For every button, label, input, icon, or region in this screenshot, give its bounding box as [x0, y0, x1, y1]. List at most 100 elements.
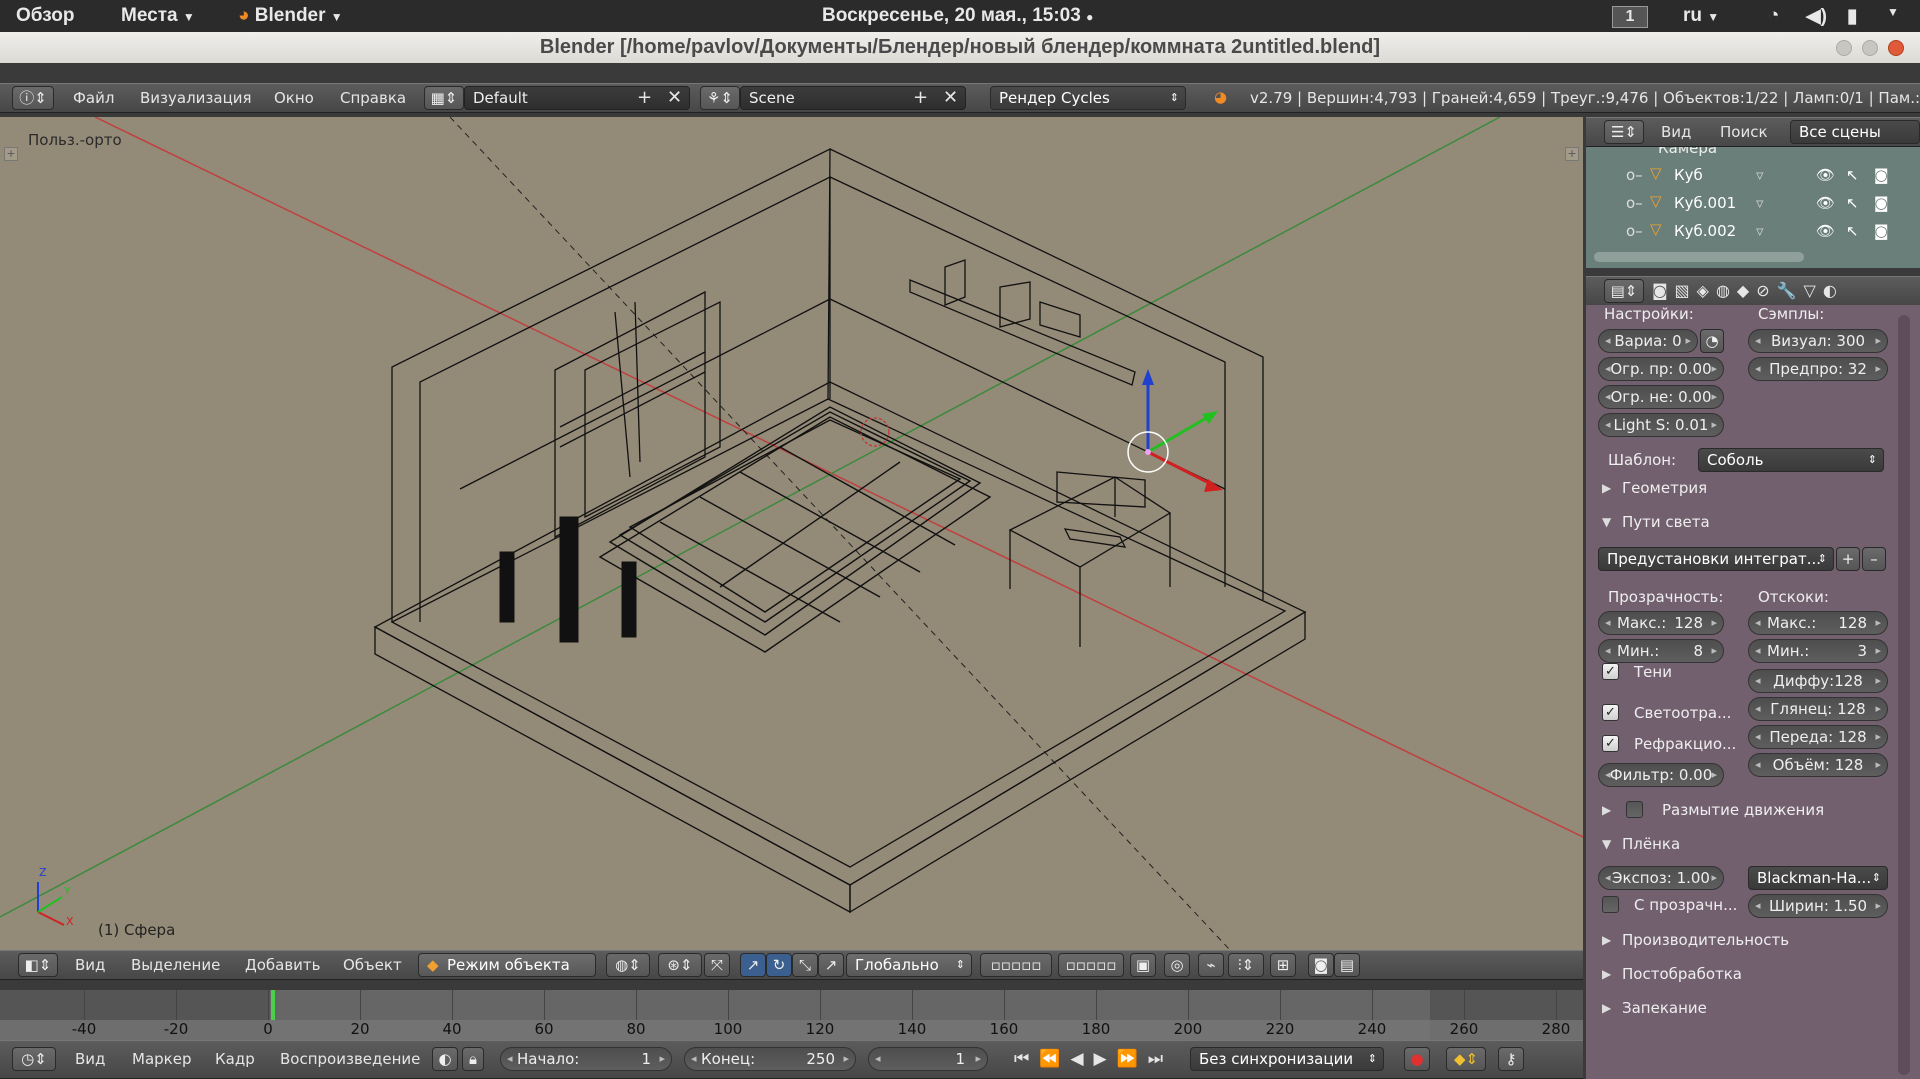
- start-frame-field[interactable]: Начало: 1: [500, 1047, 672, 1071]
- menu-help[interactable]: Справка: [340, 89, 406, 107]
- remove-layout-icon[interactable]: ✕: [667, 87, 682, 108]
- renderability-camera-icon[interactable]: ◙: [1874, 166, 1889, 184]
- close-button[interactable]: [1888, 40, 1904, 56]
- menu-view[interactable]: Вид: [75, 956, 105, 974]
- remove-scene-icon[interactable]: ✕: [943, 87, 958, 108]
- clamp-direct-field[interactable]: Огр. пр: 0.00: [1598, 357, 1724, 381]
- diffuse-bounces-field[interactable]: Диффу:128: [1748, 669, 1888, 693]
- clamp-indirect-field[interactable]: Огр. не: 0.00: [1598, 385, 1724, 409]
- screen-layout-icon[interactable]: ▦⇕: [424, 86, 464, 110]
- keying-set-icon[interactable]: ⚷: [1498, 1047, 1524, 1071]
- visibility-eye-icon[interactable]: 👁︎: [1816, 194, 1835, 212]
- properties-tabs[interactable]: ◙▧◈◍◆⊘🔧▽◐: [1652, 281, 1844, 300]
- transform-icon[interactable]: ↗: [818, 953, 844, 977]
- transmission-bounces-field[interactable]: Переда: 128: [1748, 725, 1888, 749]
- gizmo-z-arrow[interactable]: [1142, 369, 1154, 385]
- interaction-mode-select[interactable]: ◆ Режим объекта: [418, 953, 596, 977]
- playback-controls[interactable]: ⏮⏪◀▶⏩⏭: [1014, 1049, 1173, 1069]
- seed-field[interactable]: Вариа: 0: [1598, 329, 1698, 353]
- outliner-menu-view[interactable]: Вид: [1661, 123, 1691, 141]
- orientation-select[interactable]: Глобально ⇕: [846, 953, 972, 977]
- panel-postprocessing[interactable]: ▶ Постобработка: [1586, 959, 1920, 989]
- transparent-film-checkbox[interactable]: [1602, 896, 1619, 913]
- scene-icon[interactable]: ⚘⇕: [700, 86, 740, 110]
- 3d-viewport[interactable]: Польз.-орто + + Z X Y (1) Сфера: [0, 117, 1583, 950]
- keyframe-icon[interactable]: ◆⇕: [1446, 1047, 1486, 1071]
- panel-performance[interactable]: ▶ Производительность: [1586, 925, 1920, 955]
- editor-type-properties-icon[interactable]: ▤⇕: [1604, 279, 1644, 303]
- snap-icon[interactable]: ⌁: [1198, 953, 1224, 977]
- remove-preset-icon[interactable]: –: [1862, 547, 1886, 571]
- current-frame-indicator[interactable]: [271, 990, 275, 1020]
- chevron-down-icon[interactable]: ▼: [1887, 5, 1899, 19]
- scene-field[interactable]: Scene: [740, 86, 966, 110]
- timeline-menu-marker[interactable]: Маркер: [132, 1050, 191, 1068]
- layer-lock-icon[interactable]: ▣: [1130, 953, 1156, 977]
- filter-width-field[interactable]: Ширин: 1.50: [1748, 894, 1888, 918]
- current-frame-field[interactable]: 1: [868, 1047, 988, 1071]
- outliner-item-row[interactable]: o– ▽ Куб ▿ 👁︎ ↖ ◙: [1586, 163, 1920, 191]
- panel-geometry[interactable]: ▶ Геометрия: [1586, 473, 1920, 503]
- add-preset-icon[interactable]: +: [1836, 547, 1860, 571]
- menu-window[interactable]: Окно: [274, 89, 314, 107]
- outliner-item-row[interactable]: o– ▽ Куб.002 ▿ 👁︎ ↖ ◙: [1586, 219, 1920, 247]
- editor-type-outliner-icon[interactable]: ☰⇕: [1604, 120, 1644, 144]
- end-frame-field[interactable]: Конец: 250: [684, 1047, 856, 1071]
- panel-film[interactable]: ▼ Плёнка: [1586, 829, 1920, 859]
- reflective-caustics-checkbox[interactable]: ✓: [1602, 704, 1619, 721]
- places-menu[interactable]: Места ▼: [121, 5, 195, 27]
- visibility-eye-icon[interactable]: 👁︎: [1816, 222, 1835, 240]
- editor-type-3d-icon[interactable]: ◧⇕: [18, 953, 58, 977]
- editor-type-timeline-icon[interactable]: ◷⇕: [12, 1047, 56, 1071]
- gizmo-x-axis[interactable]: [1147, 450, 1214, 487]
- pivot-point-icon[interactable]: ⊛⇕: [658, 953, 702, 977]
- volume-icon[interactable]: ◀): [1806, 5, 1827, 28]
- bounces-min-field[interactable]: Мин.: 3: [1748, 639, 1888, 663]
- refractive-caustics-checkbox[interactable]: ✓: [1602, 735, 1619, 752]
- exposure-field[interactable]: Экспоз: 1.00: [1598, 866, 1724, 890]
- timeline-menu-playback[interactable]: Воспроизведение: [280, 1050, 420, 1068]
- editor-type-info-icon[interactable]: ⓘ⇕: [12, 86, 54, 110]
- renderability-camera-icon[interactable]: ◙: [1874, 222, 1889, 240]
- lock-icon[interactable]: 🔒︎: [462, 1047, 484, 1071]
- opengl-anim-icon[interactable]: ▤: [1334, 953, 1360, 977]
- panel-motion-blur[interactable]: ▶ Размытие движения: [1586, 795, 1920, 825]
- outliner-item-camera[interactable]: Камера: [1658, 147, 1717, 157]
- layers-buttons-2[interactable]: ▫▫▫▫▫: [1058, 953, 1124, 977]
- 3d-cursor-icon[interactable]: [860, 417, 890, 447]
- scale-icon[interactable]: ⤡: [792, 953, 818, 977]
- timeline-area[interactable]: -40 -20 0 20 40 60 80 100 120 140 160 180 200 220 240 2…: [0, 990, 1583, 1040]
- menu-object[interactable]: Объект: [343, 956, 402, 974]
- record-icon[interactable]: ●: [1404, 1047, 1430, 1071]
- filter-type-select[interactable]: Blackman-Ha... ⇕: [1748, 866, 1888, 890]
- language-menu[interactable]: ru ▼: [1683, 5, 1719, 27]
- integrator-presets-select[interactable]: Предустановки интеграт... ⇕: [1598, 547, 1834, 571]
- render-samples-field[interactable]: Визуал: 300: [1748, 329, 1888, 353]
- volume-bounces-field[interactable]: Объём: 128: [1748, 753, 1888, 777]
- visibility-eye-icon[interactable]: 👁︎: [1816, 166, 1835, 184]
- menu-render[interactable]: Визуализация: [140, 89, 252, 107]
- minimize-button[interactable]: [1836, 40, 1852, 56]
- timeline-menu-view[interactable]: Вид: [75, 1050, 105, 1068]
- transparency-min-field[interactable]: Мин.: 8: [1598, 639, 1724, 663]
- glossy-bounces-field[interactable]: Глянец: 128: [1748, 697, 1888, 721]
- opengl-render-icon[interactable]: ◙: [1308, 953, 1334, 977]
- panel-light-paths[interactable]: ▼ Пути света: [1586, 507, 1920, 537]
- viewport-shading-icon[interactable]: ◍⇕: [606, 953, 650, 977]
- sync-mode-select[interactable]: Без синхронизации ⇕: [1190, 1047, 1384, 1071]
- shadows-checkbox[interactable]: ✓: [1602, 663, 1619, 680]
- outliner-menu-search[interactable]: Поиск: [1720, 123, 1768, 141]
- filter-glossy-field[interactable]: Фильтр: 0.00: [1598, 763, 1724, 787]
- light-sampling-field[interactable]: Light S: 0.01: [1598, 413, 1724, 437]
- add-layout-icon[interactable]: +: [637, 87, 652, 108]
- menu-select[interactable]: Выделение: [131, 956, 220, 974]
- outliner-scrollbar[interactable]: [1594, 252, 1804, 262]
- activities-button[interactable]: Обзор: [16, 5, 74, 27]
- rotate-icon[interactable]: ↻: [766, 953, 792, 977]
- outliner-item-row[interactable]: o– ▽ Куб.001 ▿ 👁︎ ↖ ◙: [1586, 191, 1920, 219]
- clock[interactable]: Воскресенье, 20 мая., 15:03 ●: [822, 5, 1093, 27]
- render-engine-select[interactable]: Рендер Cycles ⇕: [990, 86, 1186, 110]
- outliner-tree[interactable]: Камера o– ▽ Куб ▿ 👁︎ ↖ ◙ o– ▽ Куб.001 ▿ 👁︎ ↖ ◙ o– ▽ Куб.…: [1586, 147, 1920, 268]
- proportional-edit-icon[interactable]: ◎: [1164, 953, 1190, 977]
- preview-range-icon[interactable]: ◐: [432, 1047, 458, 1071]
